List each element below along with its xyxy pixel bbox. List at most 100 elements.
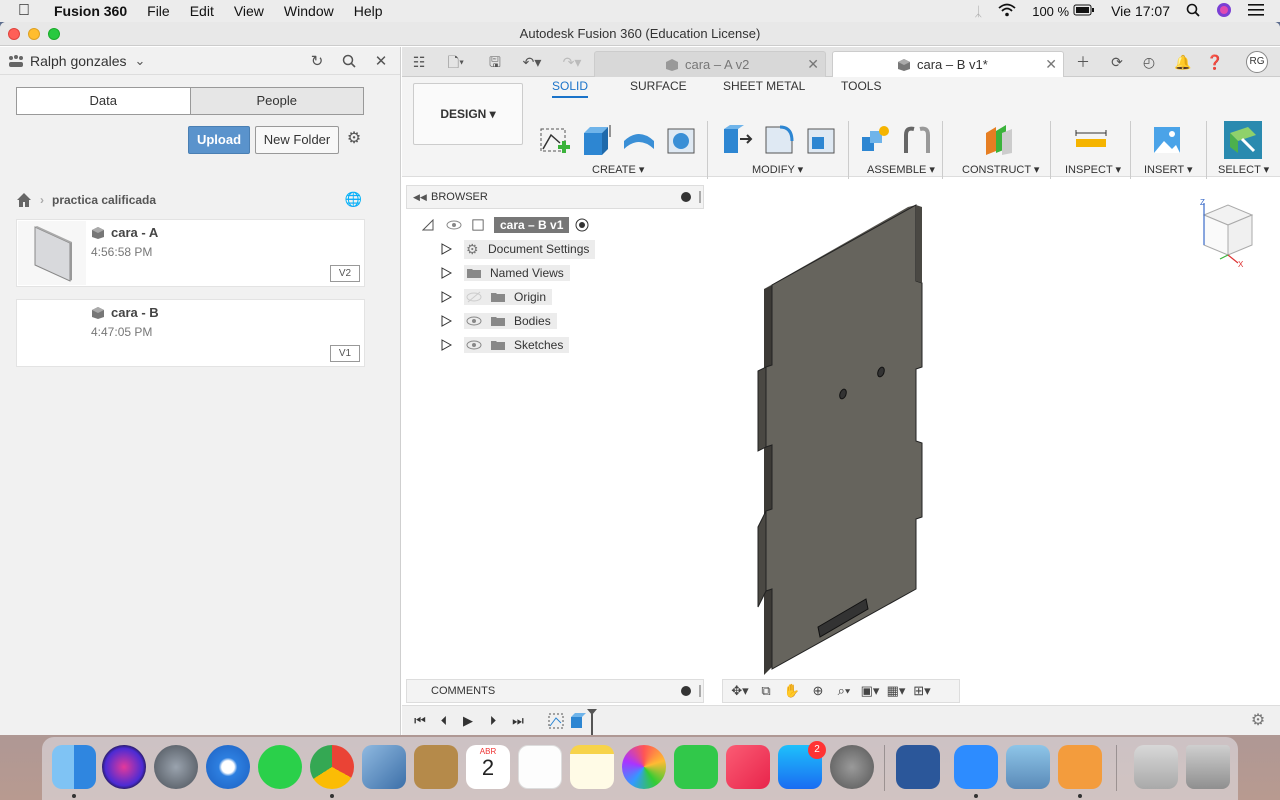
timeline-sketch-feature-icon[interactable] (547, 712, 565, 730)
grid-apps-icon[interactable]: ☷ (410, 53, 428, 71)
trash-icon[interactable] (1186, 745, 1230, 789)
tab-sheet-metal[interactable]: SHEET METAL (723, 79, 805, 93)
revolve-icon[interactable] (622, 123, 656, 157)
timeline-extrude-feature-icon[interactable] (569, 712, 587, 730)
go-to-start-icon[interactable]: ⏮ (412, 714, 428, 728)
clock[interactable]: Vie 17:07 (1111, 3, 1170, 19)
help-icon[interactable]: ❓ (1206, 53, 1224, 71)
comments-panel-header[interactable]: COMMENTS (406, 679, 704, 703)
minimize-window-button[interactable] (28, 28, 40, 40)
inspect-group-label[interactable]: INSPECT ▾ (1065, 163, 1121, 176)
whatsapp-icon[interactable] (258, 745, 302, 789)
safari-compass-icon[interactable] (206, 745, 250, 789)
apple-menu-icon[interactable]:  (18, 2, 38, 20)
joint-icon[interactable] (900, 123, 934, 157)
zoom-window-button[interactable] (48, 28, 60, 40)
browser-root-node[interactable]: cara – B v1 (422, 215, 589, 235)
go-to-end-icon[interactable]: ⏭ (510, 714, 526, 728)
tab-tools[interactable]: TOOLS (841, 79, 881, 93)
create-group-label[interactable]: CREATE ▾ (592, 163, 644, 176)
shell-icon[interactable] (804, 123, 838, 157)
menu-help[interactable]: Help (354, 3, 383, 19)
globe-icon[interactable]: 🌐 (345, 191, 362, 208)
menu-edit[interactable]: Edit (190, 3, 214, 19)
activate-radio-icon[interactable] (575, 218, 589, 232)
chevron-down-icon[interactable]: ⌄ (135, 53, 146, 69)
app-menu[interactable]: Fusion 360 (54, 3, 127, 19)
collapsed-triangle-icon[interactable] (440, 315, 452, 327)
file-thumbnail[interactable] (18, 301, 86, 365)
zoom-camera-icon[interactable] (954, 745, 998, 789)
version-dropdown[interactable]: V2 (330, 265, 360, 282)
display-settings-icon[interactable]: ▣▾ (859, 683, 881, 699)
version-dropdown[interactable]: V1 (330, 345, 360, 362)
hub-icon[interactable] (8, 54, 24, 68)
viewcube[interactable]: Z X (1198, 197, 1262, 267)
insert-group-label[interactable]: INSERT ▾ (1144, 163, 1193, 176)
create-sketch-icon[interactable] (538, 123, 572, 157)
new-component-icon[interactable] (858, 123, 892, 157)
external-drive-icon[interactable] (1134, 745, 1178, 789)
notification-center-icon[interactable] (1248, 3, 1264, 20)
job-status-icon[interactable]: ◴ (1140, 53, 1158, 71)
avatar[interactable]: RG (1246, 51, 1268, 73)
browser-item-named-views[interactable]: Named Views (440, 263, 570, 283)
orbit-icon[interactable]: ✥▾ (729, 683, 751, 699)
measure-icon[interactable] (1074, 123, 1108, 157)
tab-people[interactable]: People (190, 88, 363, 114)
construct-group-label[interactable]: CONSTRUCT ▾ (962, 163, 1039, 176)
wifi-icon[interactable] (998, 3, 1016, 20)
file-card[interactable]: cara - B 4:47:05 PM V1 (16, 299, 365, 367)
add-comment-icon[interactable] (681, 686, 691, 696)
file-name[interactable]: cara - A (111, 225, 158, 240)
music-icon[interactable] (726, 745, 770, 789)
step-forward-icon[interactable]: ⏵ (485, 714, 501, 728)
browser-panel-header[interactable]: ◀◀ BROWSER (406, 185, 704, 209)
offset-plane-icon[interactable] (982, 123, 1016, 157)
zoom-window-icon[interactable]: ⌕▾ (833, 683, 855, 699)
close-window-button[interactable] (8, 28, 20, 40)
eye-icon[interactable] (466, 339, 482, 351)
home-icon[interactable] (16, 192, 32, 208)
look-at-icon[interactable]: ⧉ (755, 683, 777, 699)
collapse-panel-icon[interactable]: ◀◀ (413, 186, 427, 208)
tab-surface[interactable]: SURFACE (630, 79, 687, 93)
redo-icon[interactable]: ↷▾ (558, 53, 586, 71)
facetime-icon[interactable] (674, 745, 718, 789)
eye-icon[interactable] (466, 315, 482, 327)
eye-hidden-icon[interactable] (466, 291, 482, 303)
notes-icon[interactable] (570, 745, 614, 789)
minimize-panel-icon[interactable] (681, 192, 691, 202)
model-viewport[interactable] (742, 197, 942, 677)
fusion-360-icon[interactable] (1058, 745, 1102, 789)
press-pull-icon[interactable] (720, 123, 754, 157)
new-folder-button[interactable]: New Folder (255, 126, 339, 154)
hole-icon[interactable] (664, 123, 698, 157)
photos-icon[interactable] (622, 745, 666, 789)
step-back-icon[interactable]: ⏴ (436, 714, 452, 728)
breadcrumb-folder[interactable]: practica calificada (52, 193, 156, 207)
expanded-triangle-icon[interactable] (422, 219, 434, 231)
browser-root-label[interactable]: cara – B v1 (494, 217, 570, 233)
browser-item-document-settings[interactable]: ⚙ Document Settings (440, 239, 596, 259)
extensions-icon[interactable]: ⟳ (1108, 53, 1126, 71)
launchpad-rocket-icon[interactable] (154, 745, 198, 789)
undo-icon[interactable]: ↶▾ (518, 53, 546, 71)
user-name[interactable]: Ralph gonzales (30, 53, 127, 69)
eye-icon[interactable] (446, 219, 462, 231)
save-icon[interactable]: 🖫 (486, 53, 504, 71)
fillet-icon[interactable] (762, 123, 796, 157)
browser-item-bodies[interactable]: Bodies (440, 311, 557, 331)
spotlight-icon[interactable] (1186, 3, 1200, 20)
app-store-icon[interactable]: 2 (778, 741, 826, 789)
chrome-icon[interactable] (310, 745, 354, 789)
extrude-icon[interactable] (580, 123, 614, 157)
bluetooth-icon[interactable]: ᛣ (974, 4, 982, 19)
siri-icon[interactable] (102, 745, 146, 789)
pin-handle-icon[interactable] (699, 191, 701, 203)
contacts-icon[interactable] (414, 745, 458, 789)
menu-file[interactable]: File (147, 3, 170, 19)
collapsed-triangle-icon[interactable] (440, 243, 452, 255)
tab-cara-a[interactable]: cara – A v2 ✕ (594, 51, 826, 77)
siri-icon[interactable] (1216, 2, 1232, 21)
